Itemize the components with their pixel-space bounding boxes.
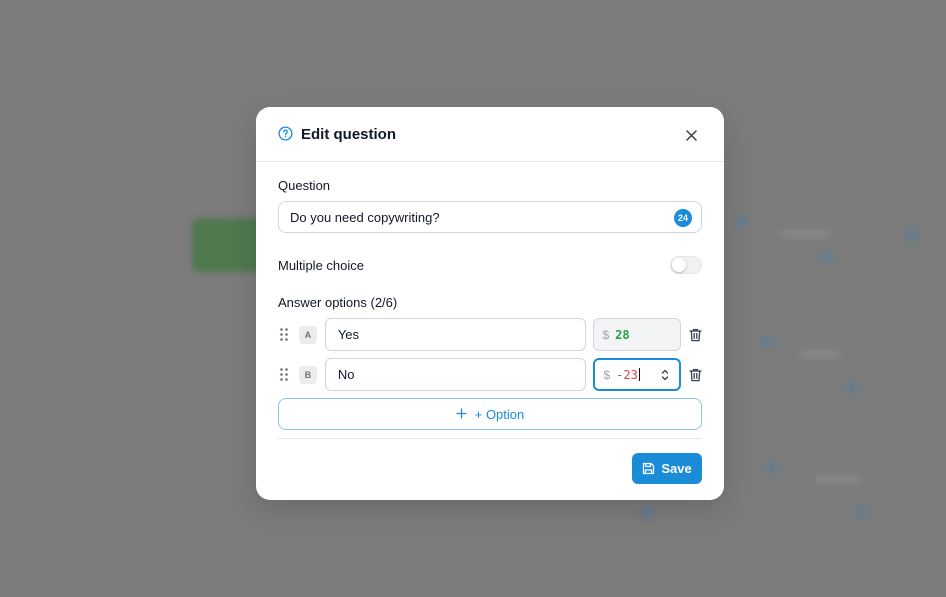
answer-price-input[interactable]: $ 28 bbox=[593, 318, 682, 351]
multiple-choice-row: Multiple choice bbox=[278, 256, 702, 274]
option-letter-badge: B bbox=[298, 365, 317, 384]
save-icon bbox=[642, 462, 655, 475]
answer-price-input[interactable]: $ -23 bbox=[593, 358, 682, 391]
multiple-choice-toggle[interactable] bbox=[670, 256, 702, 274]
answer-option-row: B No $ -23 bbox=[278, 358, 702, 391]
add-option-button[interactable]: + Option bbox=[278, 398, 702, 430]
toggle-knob bbox=[672, 258, 686, 272]
char-count-badge: 24 bbox=[674, 209, 692, 227]
trash-icon bbox=[688, 328, 702, 341]
edit-question-modal: Edit question Question Do you need copyw… bbox=[256, 107, 724, 500]
add-option-label: + Option bbox=[474, 406, 525, 422]
price-value: -23 bbox=[616, 367, 638, 382]
trash-icon bbox=[688, 368, 702, 381]
answer-options-label: Answer options (2/6) bbox=[278, 295, 398, 310]
answer-text-input[interactable]: No bbox=[324, 358, 587, 391]
modal-header: Edit question bbox=[256, 107, 724, 162]
currency-symbol: $ bbox=[603, 367, 611, 382]
drag-handle-icon[interactable] bbox=[278, 368, 290, 382]
text-caret bbox=[638, 368, 640, 381]
drag-handle-icon[interactable] bbox=[278, 328, 290, 342]
close-icon bbox=[685, 129, 697, 141]
question-input[interactable]: Do you need copywriting? 24 bbox=[278, 201, 702, 233]
stepper-icon[interactable] bbox=[661, 369, 669, 381]
multiple-choice-label: Multiple choice bbox=[278, 257, 364, 273]
delete-option-button[interactable] bbox=[688, 327, 702, 342]
option-letter-badge: A bbox=[298, 325, 317, 344]
help-circle-icon bbox=[278, 126, 294, 142]
delete-option-button[interactable] bbox=[688, 367, 702, 382]
modal-footer: Save bbox=[256, 439, 724, 484]
plus-icon bbox=[456, 406, 467, 423]
price-value: 28 bbox=[615, 327, 630, 342]
currency-symbol: $ bbox=[602, 327, 610, 342]
modal-title: Edit question bbox=[301, 125, 396, 143]
question-label: Question bbox=[278, 178, 331, 193]
save-label: Save bbox=[661, 461, 692, 476]
save-button[interactable]: Save bbox=[632, 453, 702, 484]
answer-text-value: Yes bbox=[337, 327, 360, 342]
answer-text-input[interactable]: Yes bbox=[324, 318, 587, 351]
close-button[interactable] bbox=[682, 126, 700, 144]
question-input-value: Do you need copywriting? bbox=[290, 209, 440, 225]
answer-text-value: No bbox=[337, 367, 355, 382]
modal-body: Question Do you need copywriting? 24 Mul… bbox=[256, 162, 724, 439]
answer-option-row: A Yes $ 28 bbox=[278, 318, 702, 351]
